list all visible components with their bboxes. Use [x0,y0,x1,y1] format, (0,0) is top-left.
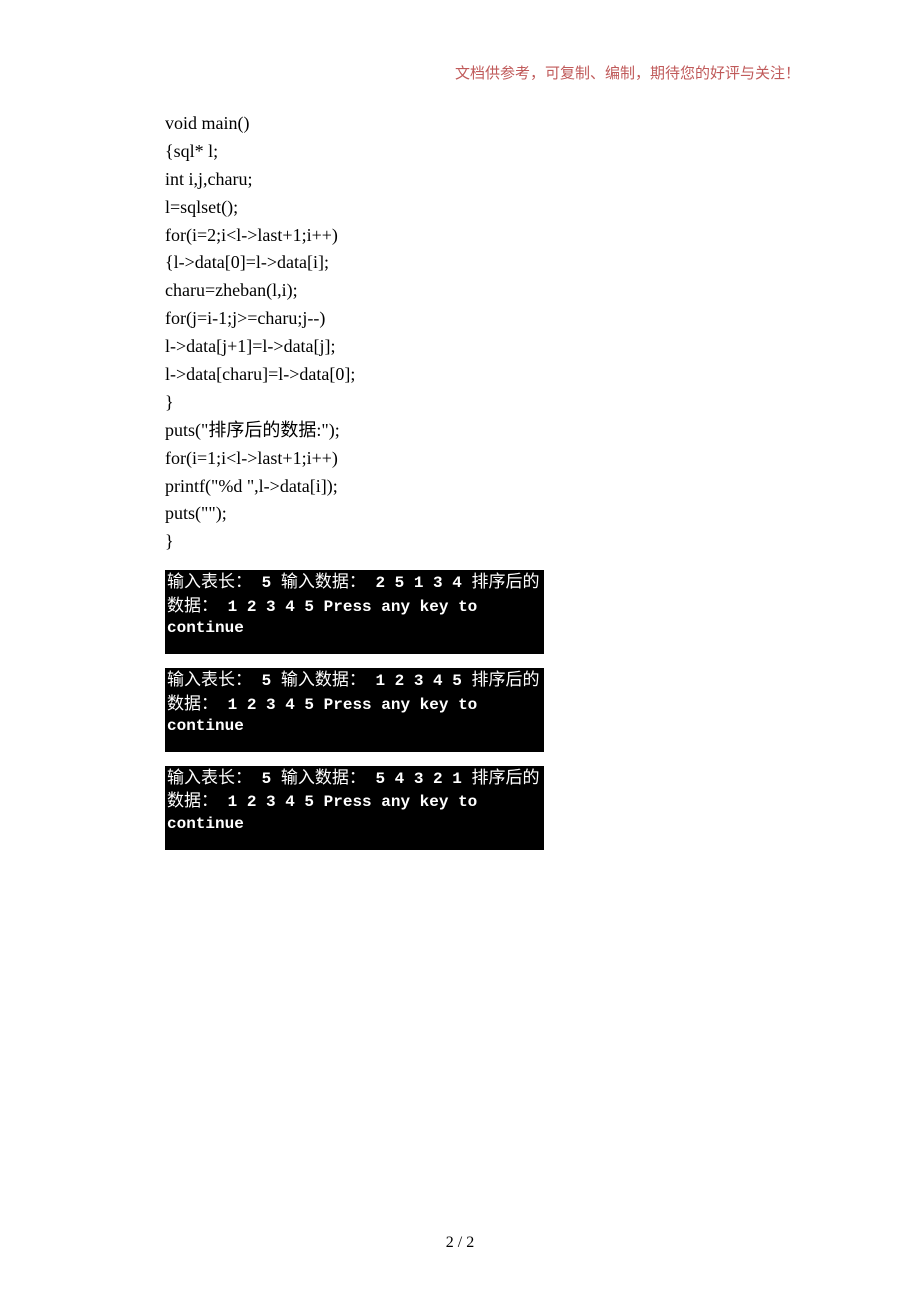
terminal-output: 输入表长： 5 输入数据： 2 5 1 3 4 排序后的数据： 1 2 3 4 … [165,570,544,654]
code-line: printf("%d ",l->data[i]); [165,476,338,496]
code-line: l->data[charu]=l->data[0]; [165,364,355,384]
terminal-result-value: 1 2 3 4 5 [228,598,314,616]
terminal-prompt-length: 输入表长： [167,670,252,689]
code-line: for(i=1;i<l->last+1;i++) [165,448,338,468]
terminal-result-value: 1 2 3 4 5 [228,793,314,811]
terminal-data-value: 5 4 3 2 1 [375,770,461,788]
code-line: } [165,531,174,551]
document-page: 文档供参考，可复制、编制，期待您的好评与关注！ void main() {sql… [0,0,920,1302]
terminal-length-value: 5 [262,672,272,690]
terminal-result-value: 1 2 3 4 5 [228,696,314,714]
terminal-output: 输入表长： 5 输入数据： 1 2 3 4 5 排序后的数据： 1 2 3 4 … [165,668,544,752]
terminal-data-value: 2 5 1 3 4 [375,574,461,592]
code-line: puts(""); [165,503,227,523]
code-line: l->data[j+1]=l->data[j]; [165,336,336,356]
terminal-output: 输入表长： 5 输入数据： 5 4 3 2 1 排序后的数据： 1 2 3 4 … [165,766,544,850]
code-line: charu=zheban(l,i); [165,280,298,300]
code-line: void main() [165,113,249,133]
code-line: puts("排序后的数据:"); [165,420,340,440]
terminal-data-value: 1 2 3 4 5 [375,672,461,690]
terminal-length-value: 5 [262,770,272,788]
terminal-prompt-data: 输入数据： [281,768,366,787]
code-line: } [165,392,174,412]
code-block: void main() {sql* l; int i,j,charu; l=sq… [165,110,755,556]
terminal-length-value: 5 [262,574,272,592]
code-line: {l->data[0]=l->data[i]; [165,252,329,272]
code-line: {sql* l; [165,141,218,161]
terminal-prompt-data: 输入数据： [281,572,366,591]
code-line: for(j=i-1;j>=charu;j--) [165,308,325,328]
page-number: 2 / 2 [0,1234,920,1252]
code-line: l=sqlset(); [165,197,238,217]
header-note: 文档供参考，可复制、编制，期待您的好评与关注！ [455,62,800,83]
terminal-prompt-length: 输入表长： [167,768,252,787]
code-line: int i,j,charu; [165,169,252,189]
terminal-prompt-data: 输入数据： [281,670,366,689]
terminal-prompt-length: 输入表长： [167,572,252,591]
code-line: for(i=2;i<l->last+1;i++) [165,225,338,245]
